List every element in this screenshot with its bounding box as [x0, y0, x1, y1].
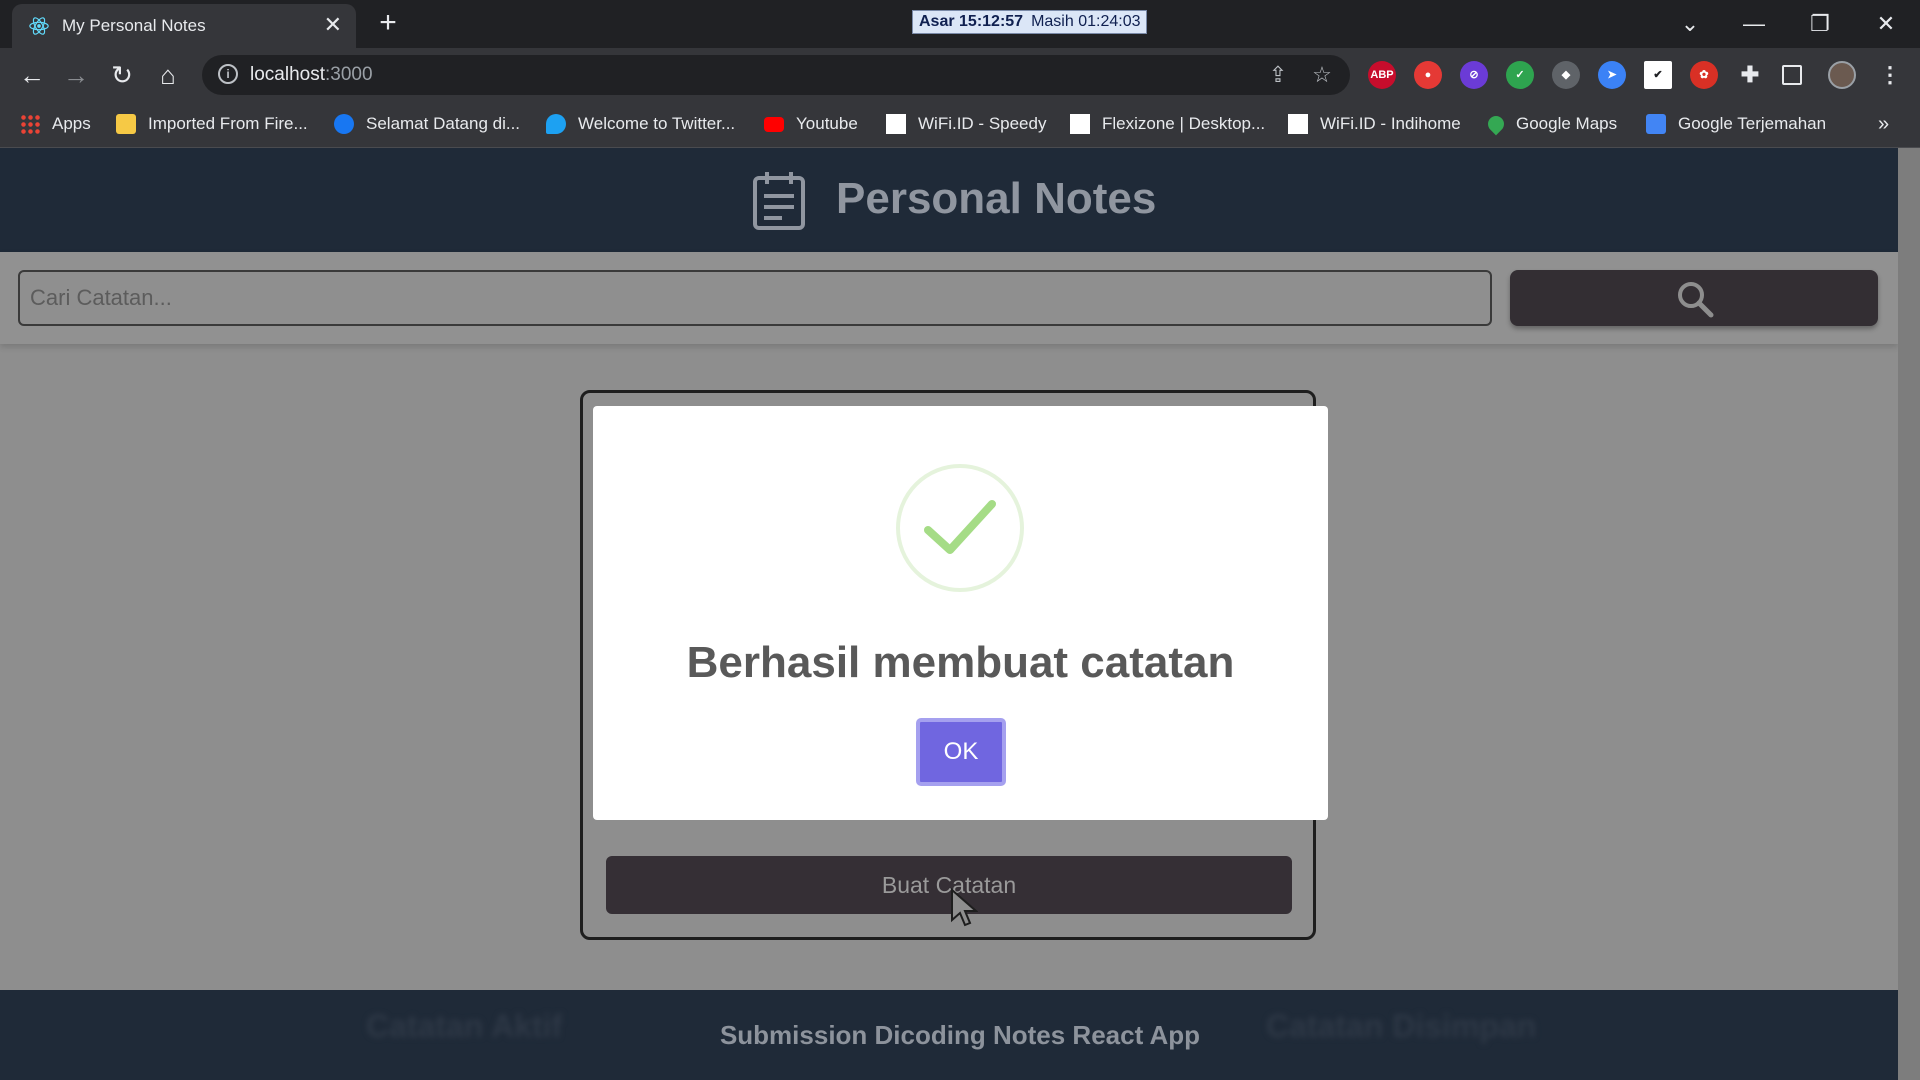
app-header: Personal Notes	[0, 148, 1898, 252]
browser-tab[interactable]: My Personal Notes ✕	[12, 4, 356, 48]
minimize-button[interactable]: —	[1734, 6, 1774, 42]
forward-icon[interactable]: →	[58, 57, 94, 93]
page-icon	[1070, 114, 1090, 134]
prayer-time: Asar 15:12:57	[919, 13, 1024, 30]
mouse-cursor-icon	[951, 888, 978, 927]
page-icon	[886, 114, 906, 134]
close-window-button[interactable]: ✕	[1866, 6, 1906, 42]
dialog-title: Berhasil membuat catatan	[686, 638, 1235, 687]
share-icon[interactable]: ⇪	[1264, 61, 1292, 89]
bookmark-label: Flexizone | Desktop...	[1102, 114, 1266, 133]
close-tab-icon[interactable]: ✕	[324, 12, 342, 38]
new-tab-button[interactable]: +	[370, 6, 406, 42]
bookmark-youtube[interactable]: Youtube	[764, 112, 858, 136]
search-input[interactable]	[18, 270, 1492, 326]
page-scrollbar[interactable]	[1898, 148, 1920, 1080]
browser-tabbar: My Personal Notes ✕ + Asar 15:12:57 Masih…	[0, 0, 1920, 48]
react-icon	[29, 17, 49, 35]
map-pin-icon	[1484, 112, 1508, 136]
vpn-shield-icon[interactable]: ✓	[1506, 61, 1534, 89]
bookmark-label: Youtube	[796, 114, 858, 133]
bookmark-flexizone[interactable]: Flexizone | Desktop...	[1070, 112, 1265, 136]
profile-avatar[interactable]	[1828, 61, 1856, 89]
bookmark-twitter[interactable]: Welcome to Twitter...	[546, 112, 735, 136]
url-port: :3000	[325, 64, 373, 85]
facebook-icon	[334, 114, 354, 134]
checkbox-ext-icon[interactable]: ✔	[1644, 61, 1672, 89]
side-panel-icon[interactable]	[1782, 65, 1802, 85]
browser-toolbar: ← → ↻ ⌂ i localhost:3000 ⇪ ☆ ABP ● ⊘ ✓ ◆ ➤ ✔ ✿ …	[0, 48, 1920, 102]
home-icon[interactable]: ⌂	[150, 57, 186, 93]
youtube-icon	[764, 116, 784, 132]
restore-button[interactable]: ❐	[1800, 6, 1840, 42]
reload-icon[interactable]: ↻	[104, 57, 140, 93]
bookmark-label: Welcome to Twitter...	[578, 114, 736, 133]
extensions-puzzle-icon[interactable]: ✚	[1736, 61, 1764, 89]
bookmark-facebook[interactable]: Selamat Datang di...	[334, 112, 520, 136]
back-icon[interactable]: ←	[14, 57, 50, 93]
bookmark-google-maps[interactable]: Google Maps	[1484, 112, 1618, 136]
search-area	[0, 252, 1898, 344]
cursor-ext-icon[interactable]: ➤	[1598, 61, 1626, 89]
success-check-icon	[896, 464, 1024, 592]
privacy-shield-icon[interactable]: ◆	[1552, 61, 1580, 89]
bookmark-imported-from-firefox[interactable]: Imported From Fire...	[116, 112, 308, 136]
app-footer: Catatan Aktif Catatan Disimpan Submissio…	[0, 990, 1898, 1080]
bookmark-label: WiFi.ID - Speedy	[918, 114, 1047, 133]
bookmarks-bar: Apps Imported From Fire... Selamat Datan…	[0, 102, 1920, 148]
abp-icon[interactable]: ABP	[1368, 61, 1396, 89]
bookmark-label: Google Maps	[1516, 114, 1618, 133]
block-icon[interactable]: ⊘	[1460, 61, 1488, 89]
bookmark-wifi-indihome[interactable]: WiFi.ID - Indihome	[1288, 112, 1461, 136]
bookmark-label: Apps	[52, 114, 91, 133]
translate-icon	[1646, 114, 1666, 134]
twitter-bird-icon	[546, 114, 566, 134]
tab-title: My Personal Notes	[62, 16, 206, 35]
bookmark-apps[interactable]: Apps	[20, 112, 91, 136]
bookmark-label: Google Terjemahan	[1678, 114, 1827, 133]
create-note-button[interactable]: Buat Catatan	[606, 856, 1292, 914]
bookmark-label: Imported From Fire...	[148, 114, 308, 133]
footer-text: Submission Dicoding Notes React App	[719, 1020, 1201, 1050]
gift-ext-icon[interactable]: ✿	[1690, 61, 1718, 89]
bookmarks-overflow-icon[interactable]: »	[1878, 112, 1889, 136]
folder-icon	[116, 114, 136, 134]
apps-grid-icon	[20, 114, 40, 134]
prayer-timer-badge: Asar 15:12:57 Masih 01:24:03	[912, 10, 1148, 34]
success-dialog: Berhasil membuat catatan OK	[593, 406, 1328, 820]
site-info-icon[interactable]: i	[218, 64, 238, 84]
menu-kebab-icon[interactable]: ⋮	[1876, 61, 1904, 89]
page-icon	[1288, 114, 1308, 134]
bookmark-star-icon[interactable]: ☆	[1308, 61, 1336, 89]
search-icon	[1678, 282, 1714, 318]
bookmark-label: WiFi.ID - Indihome	[1320, 114, 1461, 133]
notes-clipboard-icon	[753, 172, 805, 230]
search-button[interactable]	[1510, 270, 1878, 326]
checkmark-icon	[924, 500, 996, 554]
tab-search-icon[interactable]: ⌄	[1670, 6, 1710, 42]
shield-stop-icon[interactable]: ●	[1414, 61, 1442, 89]
address-bar[interactable]: i localhost:3000 ⇪ ☆	[202, 55, 1350, 95]
ok-button[interactable]: OK	[916, 718, 1006, 786]
bookmark-wifi-speedy[interactable]: WiFi.ID - Speedy	[886, 112, 1046, 136]
time-remaining: Masih 01:24:03	[1031, 13, 1141, 30]
bookmark-google-translate[interactable]: Google Terjemahan	[1646, 112, 1826, 136]
url-host: localhost	[250, 64, 325, 85]
app-title: Personal Notes	[836, 174, 1157, 223]
url-text: localhost:3000	[250, 64, 373, 86]
bookmark-label: Selamat Datang di...	[366, 114, 521, 133]
